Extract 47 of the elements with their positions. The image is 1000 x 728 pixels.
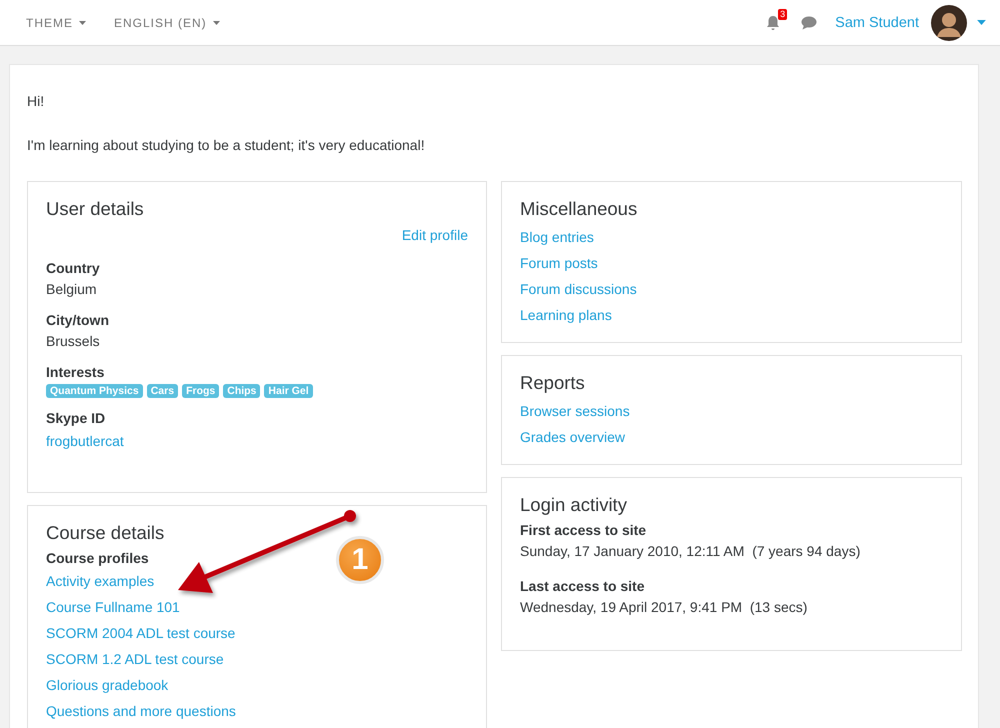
profile-link[interactable]: Course Fullname 101 bbox=[46, 594, 180, 620]
caret-icon bbox=[212, 20, 220, 24]
nav-menu[interactable]: ENGLISH (EN) bbox=[114, 16, 220, 30]
profile-link[interactable]: Activity examples bbox=[46, 568, 154, 594]
notification-count: 3 bbox=[778, 8, 788, 20]
field-label: Country bbox=[46, 259, 100, 278]
edit-profile-link[interactable]: Edit profile bbox=[402, 222, 468, 248]
field-value: Belgium bbox=[46, 280, 97, 299]
avatar-icon[interactable] bbox=[931, 4, 967, 40]
field-label: Interests bbox=[46, 363, 104, 382]
panel-title: Course details bbox=[46, 522, 166, 544]
profile-link[interactable]: Learning plans bbox=[520, 302, 612, 328]
profile-link[interactable]: SCORM 2004 ADL test course bbox=[46, 620, 236, 646]
panel-title: User details bbox=[46, 198, 145, 220]
subheading: Course profiles bbox=[46, 549, 149, 568]
profile-link[interactable]: SCORM 1.2 ADL test course bbox=[46, 646, 224, 672]
field-value: Wednesday, 19 April 2017, 9:41 PM (13 secs) bbox=[520, 598, 808, 617]
field-label: Skype ID bbox=[46, 409, 106, 428]
nav-menu[interactable]: THEME bbox=[26, 16, 86, 30]
chat-icon[interactable] bbox=[801, 16, 818, 30]
profile-link[interactable]: Grades overview bbox=[520, 424, 626, 450]
panel-title: Miscellaneous bbox=[520, 198, 638, 220]
interest-tag[interactable]: Hair Gel bbox=[264, 384, 313, 398]
field-label: City/town bbox=[46, 311, 109, 330]
intro-text: I'm learning about studying to be a student; it's very educational! bbox=[27, 137, 426, 153]
intro-text: Hi! bbox=[27, 93, 46, 109]
field-label: First access to site bbox=[520, 521, 646, 540]
panel-title: Login activity bbox=[520, 494, 628, 516]
caret-icon[interactable] bbox=[977, 20, 986, 25]
profile-link[interactable]: Blog entries bbox=[520, 224, 594, 250]
interest-tag[interactable]: Frogs bbox=[182, 384, 220, 398]
panel-title: Reports bbox=[520, 372, 586, 394]
profile-link[interactable]: Forum discussions bbox=[520, 276, 637, 302]
interest-tag[interactable]: Chips bbox=[223, 384, 260, 398]
interest-tag[interactable]: Quantum Physics bbox=[46, 384, 143, 398]
caret-icon bbox=[79, 20, 86, 24]
field-value: Sunday, 17 January 2010, 12:11 AM (7 years 94 days) bbox=[520, 542, 860, 561]
profile-link[interactable]: Forum posts bbox=[520, 250, 598, 276]
profile-link[interactable]: Questions and more questions bbox=[46, 698, 236, 724]
interest-tag[interactable]: Cars bbox=[146, 384, 178, 398]
profile-link[interactable]: Browser sessions bbox=[520, 398, 630, 424]
user-name[interactable]: Sam Student bbox=[835, 14, 919, 30]
profile-link[interactable]: Glorious gradebook bbox=[46, 672, 168, 698]
field-label: Last access to site bbox=[520, 577, 645, 596]
field-value: Brussels bbox=[46, 332, 100, 351]
skype-link[interactable]: frogbutlercat bbox=[46, 428, 124, 454]
bell-icon[interactable] bbox=[765, 14, 782, 30]
